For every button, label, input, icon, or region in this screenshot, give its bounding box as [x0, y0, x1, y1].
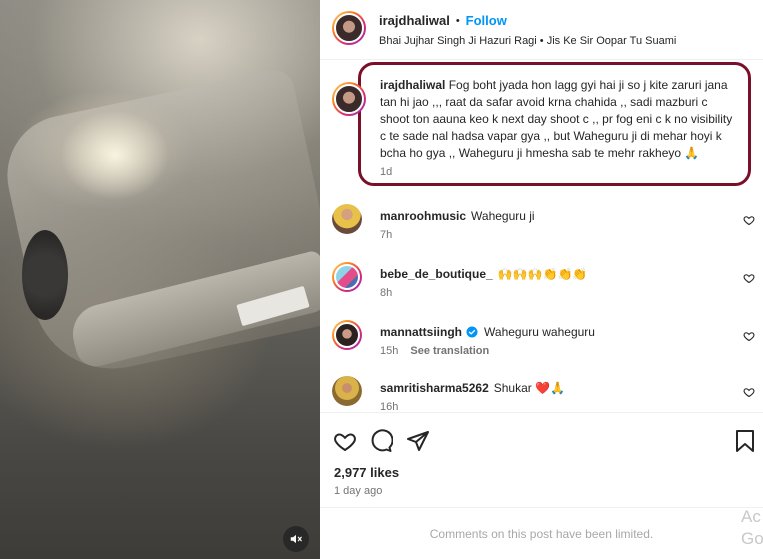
- heart-icon[interactable]: [333, 429, 357, 453]
- share-icon[interactable]: [406, 429, 430, 453]
- comment-item: samritisharma5262 Shukar ❤️🙏 16h: [320, 376, 763, 412]
- headlight-glare: [60, 110, 170, 200]
- author-avatar[interactable]: [332, 11, 366, 45]
- heart-icon[interactable]: [743, 386, 755, 398]
- comment-time[interactable]: 8h: [380, 287, 392, 299]
- caption-username[interactable]: irajdhaliwal: [380, 78, 445, 92]
- post-media-video[interactable]: [0, 0, 320, 559]
- post-details-panel: irajdhaliwal • Follow Bhai Jujhar Singh …: [320, 0, 763, 559]
- windows-watermark: Ac Go: [741, 507, 763, 548]
- comment-avatar[interactable]: [332, 262, 362, 292]
- comment-time[interactable]: 15h: [380, 345, 398, 357]
- comment-text: Shukar ❤️🙏: [493, 381, 565, 395]
- comment-username[interactable]: bebe_de_boutique_: [380, 267, 493, 281]
- likes-count[interactable]: 2,977 likes: [334, 465, 399, 480]
- heart-icon[interactable]: [743, 214, 755, 226]
- post-date[interactable]: 1 day ago: [334, 485, 382, 497]
- heart-icon[interactable]: [743, 330, 755, 342]
- comment-icon[interactable]: [369, 429, 393, 453]
- heart-icon[interactable]: [743, 272, 755, 284]
- follow-button[interactable]: Follow: [466, 13, 507, 28]
- comment-time[interactable]: 7h: [380, 229, 392, 241]
- audio-track[interactable]: Bhai Jujhar Singh Ji Hazuri Ragi • Jis K…: [379, 35, 676, 47]
- comment-username[interactable]: mannattsiingh: [380, 325, 462, 339]
- comment-username[interactable]: samritisharma5262: [380, 381, 489, 395]
- caption-avatar[interactable]: [332, 82, 366, 116]
- comment-item: manroohmusic Waheguru ji 7h: [320, 204, 763, 244]
- comment-text: 🙌🙌🙌👏👏👏: [497, 267, 588, 281]
- comment-item: mannattsiingh Waheguru waheguru 15h See …: [320, 320, 763, 360]
- car-photo-wheel: [22, 230, 68, 320]
- header-separator: •: [455, 14, 460, 27]
- post-header: irajdhaliwal • Follow Bhai Jujhar Singh …: [320, 0, 763, 60]
- comment-item: bebe_de_boutique_ 🙌🙌🙌👏👏👏 8h: [320, 262, 763, 302]
- comments-limited-notice: Comments on this post have been limited.: [320, 507, 763, 559]
- comment-text: Waheguru ji: [471, 209, 535, 223]
- mute-button[interactable]: [283, 526, 309, 552]
- author-username[interactable]: irajdhaliwal: [379, 13, 450, 28]
- mute-icon: [290, 534, 302, 544]
- comment-username[interactable]: manroohmusic: [380, 209, 466, 223]
- comment-avatar[interactable]: [332, 204, 362, 234]
- comment-avatar[interactable]: [332, 376, 362, 406]
- comment-text: Waheguru waheguru: [484, 325, 595, 339]
- comments-list[interactable]: irajdhaliwal Fog boht jyada hon lagg gyi…: [320, 60, 763, 412]
- bookmark-icon[interactable]: [734, 429, 756, 453]
- verified-icon: [466, 326, 478, 338]
- caption: irajdhaliwal Fog boht jyada hon lagg gyi…: [380, 77, 740, 178]
- post-actions: 2,977 likes 1 day ago: [320, 412, 763, 507]
- caption-time[interactable]: 1d: [380, 166, 740, 178]
- comment-avatar[interactable]: [332, 320, 362, 350]
- see-translation-link[interactable]: See translation: [410, 345, 489, 357]
- comment-time[interactable]: 16h: [380, 401, 398, 412]
